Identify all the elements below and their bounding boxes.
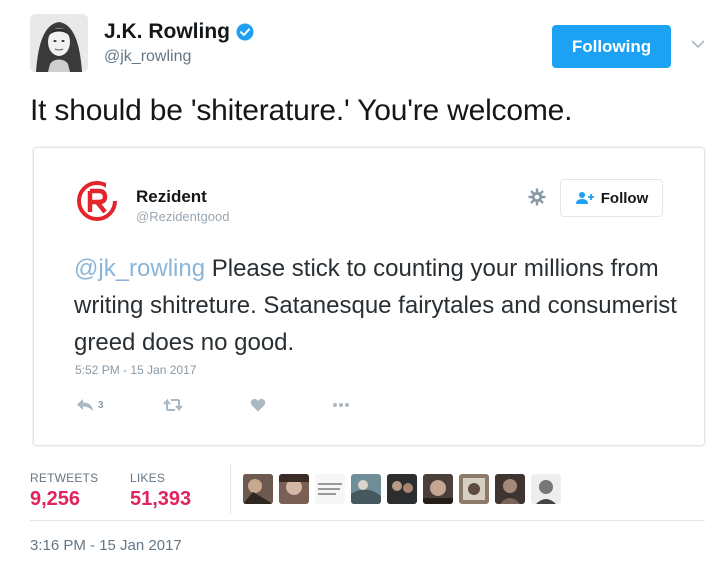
- reply-action[interactable]: 3: [76, 398, 104, 412]
- likers-avatars: [243, 474, 563, 504]
- tweet-text: It should be 'shiterature.' You're welco…: [30, 94, 573, 127]
- chevron-down-icon[interactable]: [691, 39, 705, 49]
- author-handle[interactable]: @jk_rowling: [104, 48, 191, 66]
- gear-icon[interactable]: [528, 188, 546, 206]
- liker-avatar[interactable]: [279, 474, 309, 504]
- retweet-action[interactable]: [163, 398, 183, 412]
- verified-badge-icon: [236, 23, 254, 41]
- liker-avatar[interactable]: [315, 474, 345, 504]
- liker-avatar[interactable]: [243, 474, 273, 504]
- likes-label[interactable]: LIKES: [130, 471, 165, 485]
- reply-icon: [77, 399, 93, 411]
- quoted-author-name[interactable]: Rezident: [136, 187, 207, 207]
- more-icon: [333, 403, 349, 407]
- author-avatar[interactable]: [30, 14, 88, 72]
- rezident-logo-icon[interactable]: [76, 180, 118, 222]
- more-action[interactable]: [332, 402, 350, 408]
- quoted-tweet-actions: 3: [76, 398, 376, 414]
- quoted-author-handle[interactable]: @Rezidentgood: [136, 209, 229, 224]
- like-action[interactable]: [250, 398, 266, 412]
- quoted-tweet-timestamp[interactable]: 5:52 PM - 15 Jan 2017: [75, 363, 196, 377]
- follow-user-icon: [575, 192, 594, 204]
- liker-avatar[interactable]: [423, 474, 453, 504]
- tweet-timestamp[interactable]: 3:16 PM - 15 Jan 2017: [30, 537, 182, 554]
- liker-avatar[interactable]: [351, 474, 381, 504]
- reply-count: 3: [98, 399, 104, 411]
- retweets-count[interactable]: 9,256: [30, 488, 80, 511]
- retweets-label[interactable]: RETWEETS: [30, 471, 98, 485]
- liker-avatar[interactable]: [495, 474, 525, 504]
- author-name-row[interactable]: J.K. Rowling: [104, 20, 254, 44]
- footer-divider: [30, 520, 705, 521]
- embedded-tweet[interactable]: Rezident @Rezidentgood Follow @jk_rowlin…: [33, 147, 705, 446]
- stats-divider: [230, 464, 231, 514]
- retweet-icon: [163, 398, 183, 412]
- liker-avatar[interactable]: [459, 474, 489, 504]
- quoted-tweet-text: @jk_rowling Please stick to counting you…: [74, 250, 684, 361]
- like-icon: [250, 398, 266, 412]
- follow-button[interactable]: Follow: [560, 179, 663, 217]
- mention-link[interactable]: @jk_rowling: [74, 255, 205, 282]
- author-name[interactable]: J.K. Rowling: [104, 20, 230, 44]
- liker-avatar[interactable]: [531, 474, 561, 504]
- likes-count[interactable]: 51,393: [130, 488, 191, 511]
- tweet-card: J.K. Rowling @jk_rowling Following It sh…: [0, 0, 717, 573]
- follow-button-label: Follow: [600, 189, 649, 207]
- liker-avatar[interactable]: [387, 474, 417, 504]
- following-button[interactable]: Following: [552, 25, 671, 68]
